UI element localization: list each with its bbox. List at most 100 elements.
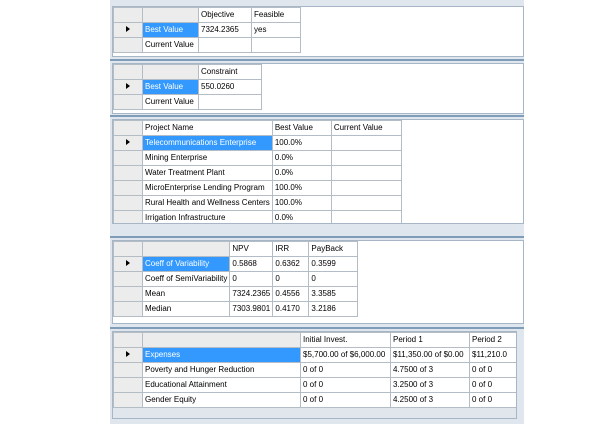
expense-cell[interactable]: 0 of 0 (469, 362, 516, 378)
stat-cell[interactable]: 0 (308, 271, 359, 287)
project-name-cell[interactable]: Water Treatment Plant (142, 165, 273, 181)
project-best-value-cell[interactable]: 100.0% (271, 195, 332, 211)
expense-cell[interactable]: 4.2500 of 3 (390, 392, 470, 408)
row-indicator[interactable] (113, 94, 143, 110)
column-header-period-1[interactable]: Period 1 (390, 332, 470, 348)
project-name-cell[interactable]: Telecommunications Enterprise (142, 135, 273, 151)
expense-cell[interactable]: 0 of 0 (300, 392, 391, 408)
row-indicator[interactable] (113, 37, 143, 53)
feasible-current-value[interactable] (251, 37, 301, 53)
row-indicator[interactable] (113, 392, 143, 408)
grid-corner (113, 332, 143, 348)
column-header-objective[interactable]: Objective (198, 7, 252, 23)
project-name-cell[interactable]: Rural Health and Wellness Centers (142, 195, 273, 211)
row-indicator[interactable] (113, 347, 143, 363)
project-current-value-cell[interactable] (330, 180, 402, 196)
row-indicator[interactable] (113, 195, 143, 211)
column-header-period-2[interactable]: Period 2 (469, 332, 516, 348)
row-label-median[interactable]: Median (141, 301, 231, 317)
constraint-best-value[interactable]: 550.0260 (198, 79, 262, 95)
row-indicator[interactable] (113, 210, 143, 223)
row-label-mean[interactable]: Mean (141, 286, 231, 302)
expense-cell[interactable]: 0 of 0 (469, 392, 516, 408)
expense-cell[interactable]: 0 of 0 (300, 377, 391, 393)
project-best-value-cell[interactable]: 0.0% (271, 210, 332, 223)
row-indicator[interactable] (113, 135, 143, 151)
column-header-payback[interactable]: PayBack (308, 241, 359, 257)
column-header-irr[interactable]: IRR (272, 241, 310, 257)
project-current-value-cell[interactable] (330, 210, 402, 223)
project-best-value-cell[interactable]: 100.0% (271, 135, 332, 151)
row-indicator[interactable] (113, 180, 143, 196)
project-current-value-cell[interactable] (330, 195, 402, 211)
project-current-value-cell[interactable] (330, 150, 402, 166)
risk-statistics-panel: NPV IRR PayBack Coeff of Variability 0.5… (112, 240, 524, 324)
row-indicator[interactable] (113, 286, 143, 302)
expense-cell[interactable]: 0 of 0 (300, 362, 391, 378)
expense-cell[interactable]: $11,210.0 (469, 347, 516, 363)
expense-cell[interactable]: 0 of 0 (469, 377, 516, 393)
column-header-npv[interactable]: NPV (229, 241, 274, 257)
objective-best-value[interactable]: 7324.2365 (198, 22, 252, 38)
column-header-feasible[interactable]: Feasible (251, 7, 301, 23)
expense-cell[interactable]: 3.2500 of 3 (390, 377, 470, 393)
row-label-current-value[interactable]: Current Value (142, 94, 199, 110)
row-indicator[interactable] (113, 271, 143, 287)
row-header-column-header (142, 7, 199, 23)
stat-cell[interactable]: 0.4170 (272, 301, 310, 317)
expense-cell[interactable]: 4.7500 of 3 (390, 362, 470, 378)
row-label-coeff-of-variability[interactable]: Coeff of Variability (141, 256, 231, 272)
objective-grid: Objective Feasible Best Value 7324.2365 … (113, 7, 301, 53)
row-indicator[interactable] (113, 301, 143, 317)
feasible-best-value[interactable]: yes (251, 22, 301, 38)
section-divider (110, 327, 524, 329)
row-indicator[interactable] (113, 79, 143, 95)
column-header-current-value[interactable]: Current Value (330, 120, 402, 136)
row-indicator[interactable] (113, 362, 143, 378)
stat-cell[interactable]: 0 (272, 271, 310, 287)
column-header-initial-invest[interactable]: Initial Invest. (300, 332, 391, 348)
stat-cell[interactable]: 0.6362 (272, 256, 310, 272)
row-label-expenses[interactable]: Expenses (142, 347, 301, 363)
project-best-value-cell[interactable]: 0.0% (271, 165, 332, 181)
column-header-project-name[interactable]: Project Name (142, 120, 273, 136)
row-label-gender-equity[interactable]: Gender Equity (142, 392, 301, 408)
stat-cell[interactable]: 0 (229, 271, 274, 287)
project-grid: Project Name Best Value Current Value Te… (113, 120, 402, 223)
row-label-current-value[interactable]: Current Value (142, 37, 199, 53)
project-best-value-cell[interactable]: 100.0% (271, 180, 332, 196)
column-header-constraint[interactable]: Constraint (198, 64, 262, 80)
row-label-educational-attainment[interactable]: Educational Attainment (142, 377, 301, 393)
expense-cell[interactable]: $11,350.00 of $0.00 (390, 347, 470, 363)
row-indicator[interactable] (113, 377, 143, 393)
stat-cell[interactable]: 7303.9801 (229, 301, 274, 317)
project-name-cell[interactable]: MicroEnterprise Lending Program (142, 180, 273, 196)
row-indicator[interactable] (113, 256, 143, 272)
project-name-cell[interactable]: Mining Enterprise (142, 150, 273, 166)
stat-cell[interactable]: 3.3585 (308, 286, 359, 302)
expense-cell[interactable]: $5,700.00 of $6,000.00 (300, 347, 391, 363)
project-best-value-cell[interactable]: 0.0% (271, 150, 332, 166)
row-indicator[interactable] (113, 22, 143, 38)
objective-current-value[interactable] (198, 37, 252, 53)
stat-cell[interactable]: 0.3599 (308, 256, 359, 272)
row-indicator[interactable] (113, 165, 143, 181)
stat-cell[interactable]: 3.2186 (308, 301, 359, 317)
stat-cell[interactable]: 0.4556 (272, 286, 310, 302)
row-label-poverty-and-hunger-reduction[interactable]: Poverty and Hunger Reduction (142, 362, 301, 378)
row-indicator[interactable] (113, 150, 143, 166)
project-current-value-cell[interactable] (330, 165, 402, 181)
constraint-current-value[interactable] (198, 94, 262, 110)
row-label-best-value[interactable]: Best Value (142, 22, 199, 38)
grid-corner (113, 120, 143, 136)
row-label-best-value[interactable]: Best Value (142, 79, 199, 95)
project-name-cell[interactable]: Irrigation Infrastructure (142, 210, 273, 223)
grid-corner (113, 241, 143, 257)
column-header-best-value[interactable]: Best Value (271, 120, 332, 136)
section-divider (110, 236, 524, 238)
stat-cell[interactable]: 0.5868 (229, 256, 274, 272)
project-current-value-cell[interactable] (330, 135, 402, 151)
row-header-column-header (142, 332, 301, 348)
stat-cell[interactable]: 7324.2365 (229, 286, 274, 302)
row-label-coeff-of-semivariability[interactable]: Coeff of SemiVariability (141, 271, 231, 287)
